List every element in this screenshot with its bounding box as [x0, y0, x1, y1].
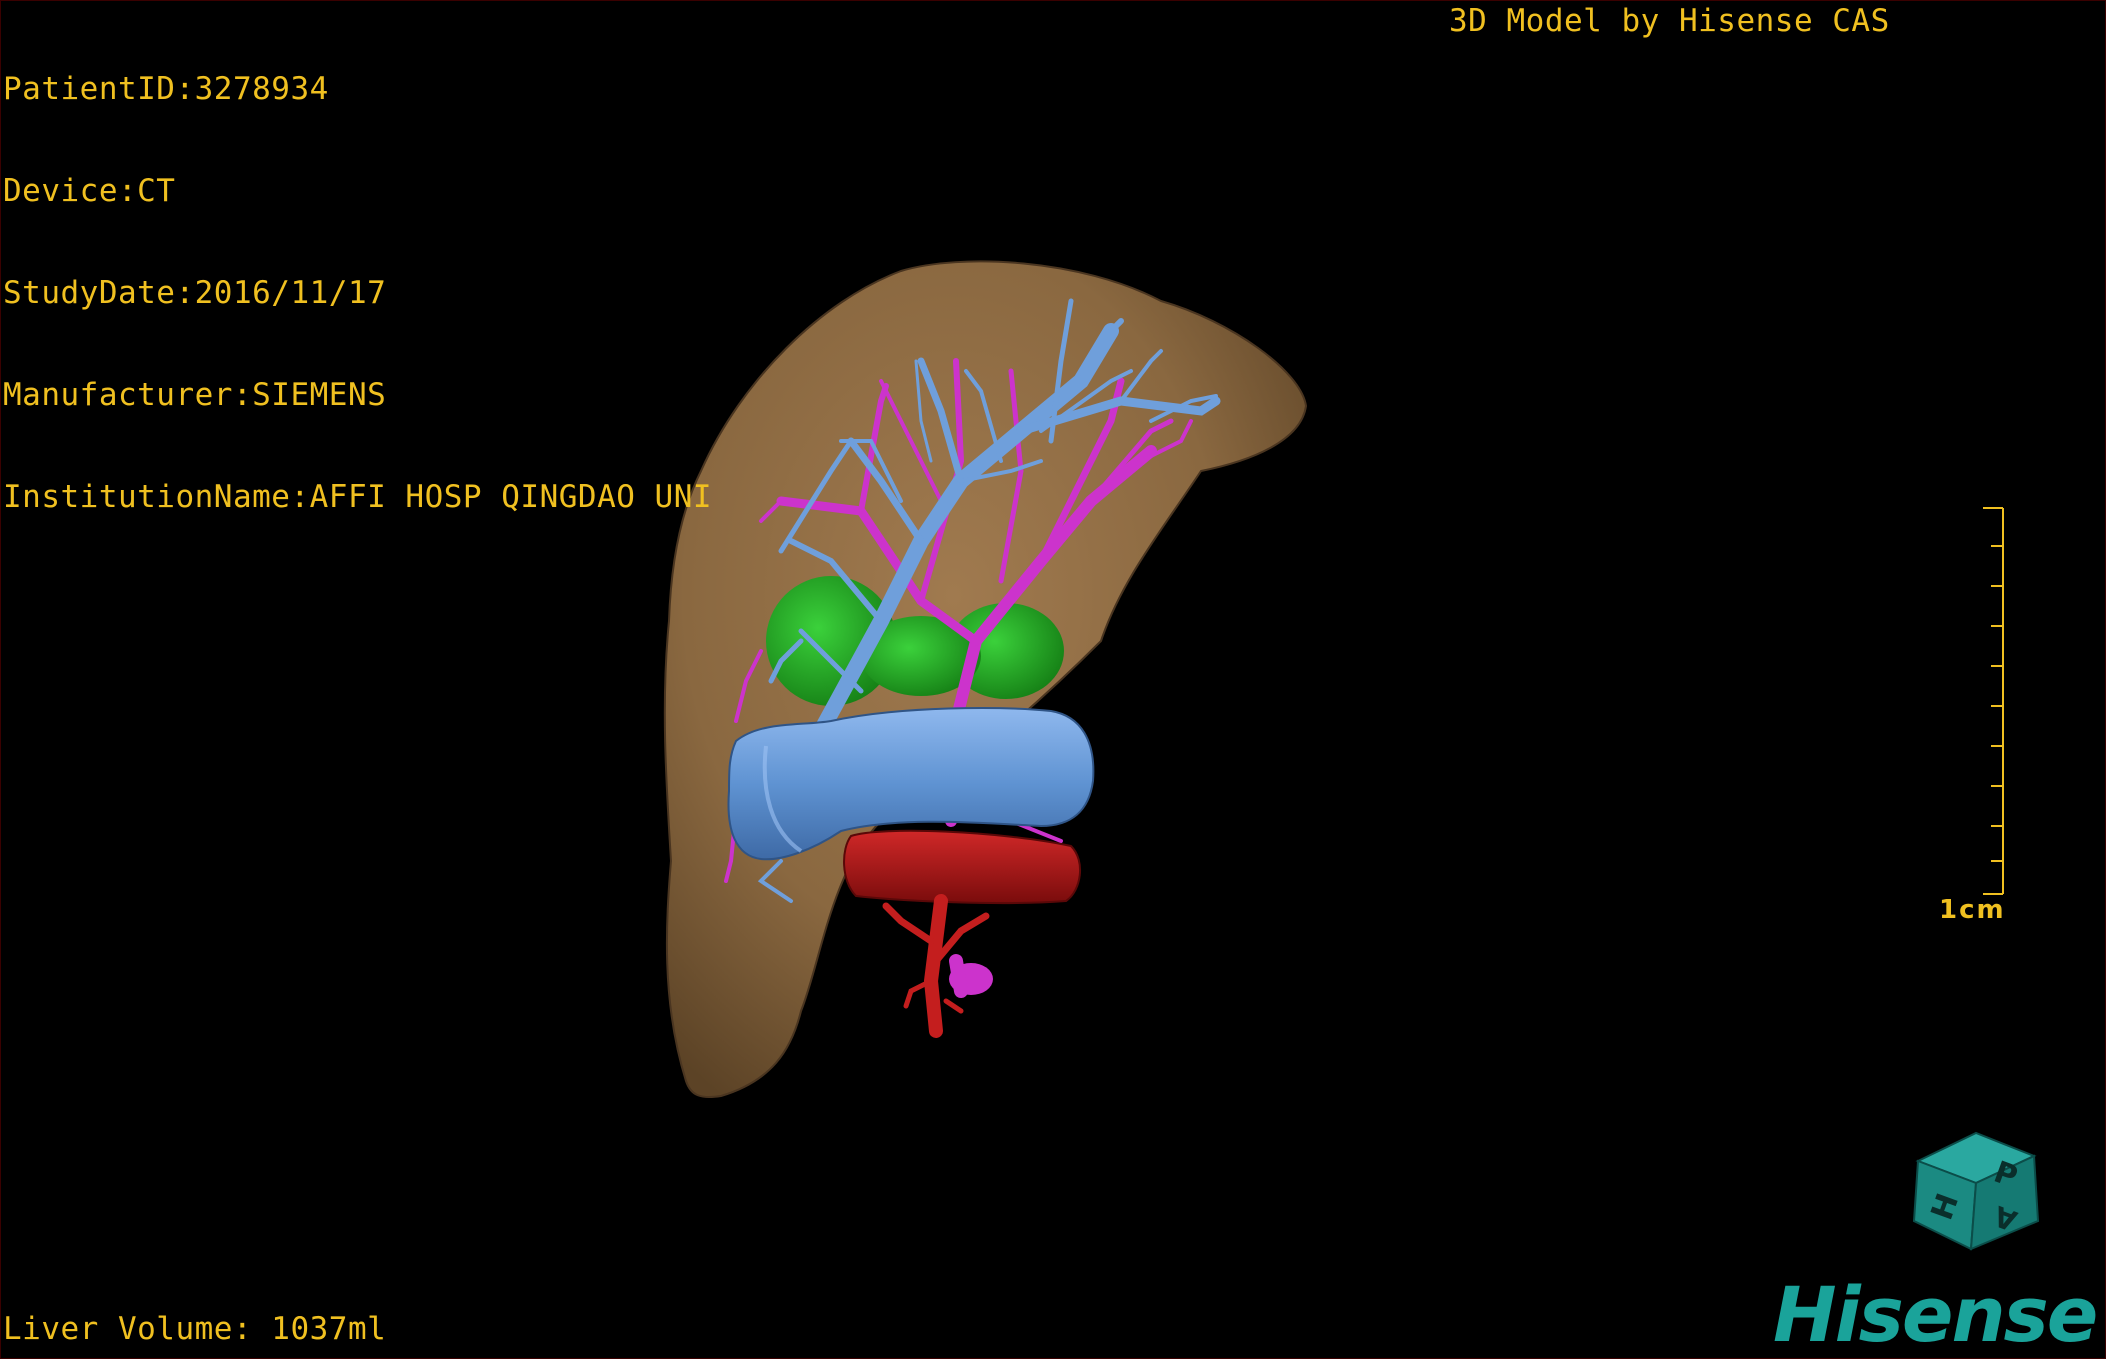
3d-viewport[interactable]: PatientID:3278934 Device:CT StudyDate:20… [0, 0, 2106, 1359]
liver-volume: Liver Volume: 1037ml [3, 1311, 387, 1347]
dicom-info-panel: PatientID:3278934 Device:CT StudyDate:20… [3, 4, 712, 582]
study-date: StudyDate:2016/11/17 [3, 275, 387, 311]
aorta [843, 829, 1082, 905]
scale-bar [1983, 507, 2004, 895]
hisense-logo: Hisense [1773, 1270, 2098, 1359]
institution-name: InstitutionName:AFFI HOSP QINGDAO UNI [3, 479, 713, 515]
scale-label: 1cm [1939, 895, 2006, 925]
model-credit: 3D Model by Hisense CAS [1449, 3, 1890, 39]
orientation-cube-icon[interactable]: P H A [1906, 1121, 2046, 1261]
patient-id: PatientID:3278934 [3, 71, 329, 107]
manufacturer: Manufacturer:SIEMENS [3, 377, 387, 413]
device: Device:CT [3, 173, 176, 209]
